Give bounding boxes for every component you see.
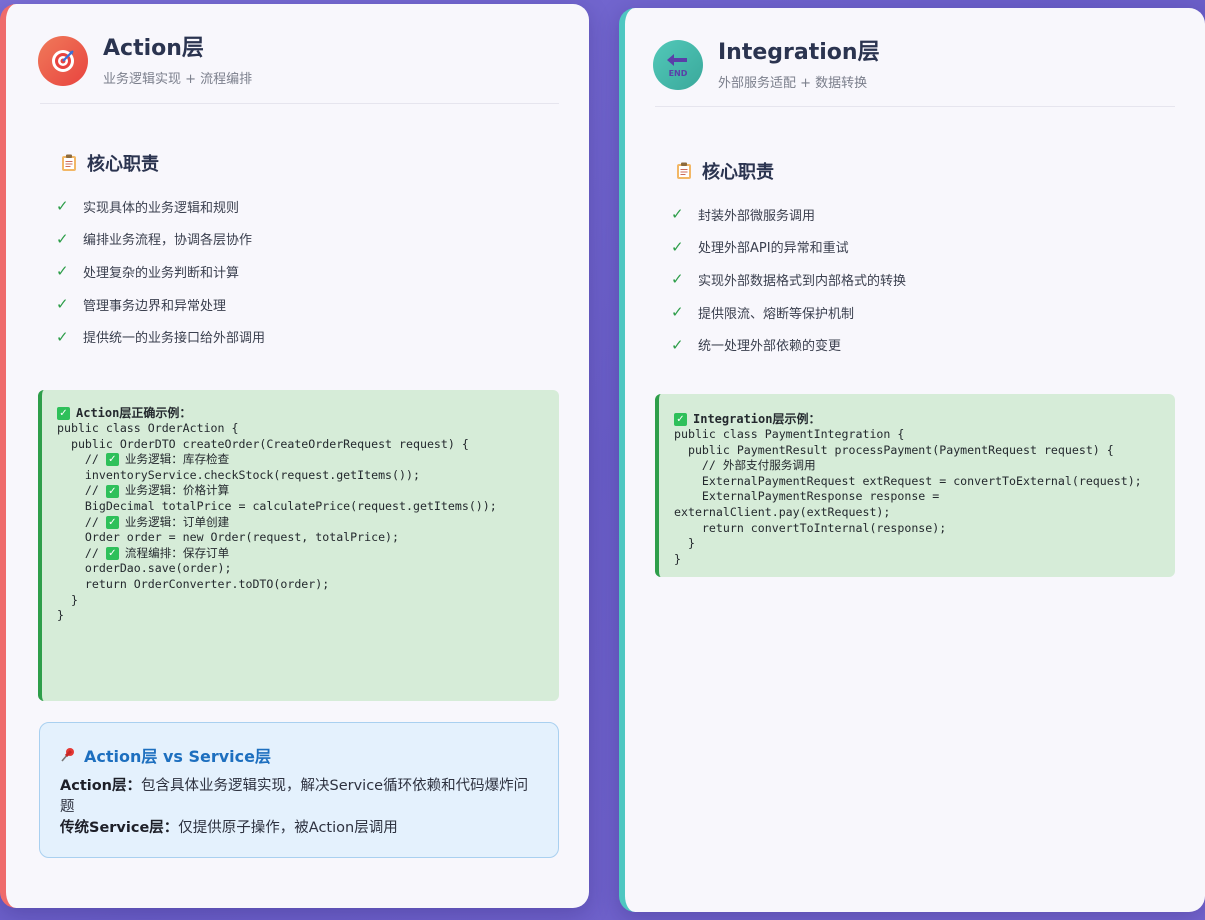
end-arrow-icon: END — [653, 39, 703, 90]
page-subtitle: 外部服务适配 + 数据转换 — [718, 76, 868, 91]
code-line: public class OrderAction { — [57, 421, 239, 435]
note-title: Action层 vs Service层 — [84, 747, 271, 766]
page-title: Action层 — [103, 36, 204, 61]
code-title: Action层正确示例： — [76, 406, 192, 420]
action-layer-card: Action层 业务逻辑实现 + 流程编排 核心职责 ✓ 实现具体的业务逻辑和规则… — [0, 4, 589, 908]
code-line: return OrderConverter.toDTO(order); — [57, 576, 330, 591]
list-item: ✓ 实现外部数据格式到内部格式的转换 — [671, 270, 907, 289]
integration-code-example: ✓ Integration层示例： public class PaymentInt… — [655, 394, 1175, 577]
code-line: public OrderDTO createOrder(CreateOrderR… — [57, 436, 469, 451]
page-subtitle: 业务逻辑实现 + 流程编排 — [103, 72, 253, 87]
duties-section: 核心职责 ✓ 封装外部微服务调用 ✓ 处理外部API的异常和重试 ✓ 实现外部数据格式… — [655, 136, 1175, 361]
code-line: ExternalPaymentRequest extRequest = conv… — [674, 473, 1142, 488]
check-icon: ✓ — [671, 270, 684, 289]
pushpin-icon — [61, 748, 74, 762]
check-icon: ✓ — [56, 327, 69, 346]
checkbox-icon: ✓ — [105, 453, 119, 467]
code-line: Order order = new Order(request, totalPr… — [57, 530, 400, 545]
code-line: externalClient.pay(extRequest); — [674, 504, 891, 519]
checkbox-icon: ✓ — [105, 484, 119, 498]
checkbox-icon: ✓ — [57, 407, 70, 420]
svg-text:END: END — [669, 69, 688, 78]
list-item: ✓ 处理外部API的异常和重试 — [671, 237, 849, 257]
duties-title: 核心职责 — [87, 154, 159, 175]
check-icon: ✓ — [56, 295, 69, 314]
code-line: ExternalPaymentResponse response = — [674, 489, 940, 504]
clipboard-icon — [62, 154, 76, 171]
code-line: } — [57, 608, 64, 623]
code-line: inventoryService.checkStock(request.getI… — [57, 467, 420, 482]
list-item: ✓ 提供统一的业务接口给外部调用 — [56, 327, 266, 347]
page-title: Integration层 — [718, 40, 880, 65]
code-comment: // ✓ 业务逻辑：库存检查 — [57, 452, 230, 467]
action-card-header: Action层 业务逻辑实现 + 流程编排 — [38, 34, 252, 87]
checkbox-icon: ✓ — [674, 413, 687, 426]
checkbox-icon: ✓ — [105, 547, 119, 561]
action-code-example: ✓ Action层正确示例： public class OrderAction {… — [38, 390, 559, 701]
check-icon: ✓ — [671, 205, 684, 224]
integration-card-header: END Integration层 外部服务适配 + 数据转换 — [653, 38, 880, 91]
list-item: ✓ 实现具体的业务逻辑和规则 — [56, 197, 240, 216]
code-line: orderDao.save(order); — [57, 561, 232, 576]
code-line: return convertToInternal(response); — [674, 520, 947, 535]
duties-list: ✓ 实现具体的业务逻辑和规则 ✓ 编排业务流程，协调各层协作 ✓ 处理复杂的业务判断和… — [40, 190, 560, 353]
code-comment: // ✓ 业务逻辑：价格计算 — [57, 483, 230, 498]
list-item: ✓ 封装外部微服务调用 — [671, 205, 816, 224]
note-line-service: 传统Service层：仅提供原子操作，被Action层调用 — [60, 820, 398, 836]
list-item: ✓ 管理事务边界和异常处理 — [56, 295, 227, 314]
check-icon: ✓ — [671, 335, 684, 354]
list-item: ✓ 统一处理外部依赖的变更 — [671, 335, 842, 355]
code-title: Integration层示例： — [693, 412, 821, 426]
code-line: } — [674, 536, 695, 551]
note-line-action: Action层：包含具体业务逻辑实现，解决Service循环依赖和代码爆炸问题 — [60, 778, 529, 815]
list-item: ✓ 编排业务流程，协调各层协作 — [56, 229, 253, 249]
header-divider — [655, 106, 1175, 107]
check-icon: ✓ — [56, 262, 69, 281]
code-line: } — [57, 592, 78, 607]
code-comment: // ✓ 流程编排：保存订单 — [57, 545, 230, 561]
duties-section: 核心职责 ✓ 实现具体的业务逻辑和规则 ✓ 编排业务流程，协调各层协作 ✓ 处理复杂的… — [40, 128, 560, 353]
check-icon: ✓ — [671, 237, 684, 256]
code-line: // 外部支付服务调用 — [674, 458, 816, 473]
code-line: BigDecimal totalPrice = calculatePrice(r… — [57, 498, 497, 513]
target-icon — [38, 35, 88, 86]
check-icon: ✓ — [56, 229, 69, 248]
list-item: ✓ 提供限流、熔断等保护机制 — [671, 303, 855, 322]
header-divider — [40, 103, 559, 104]
duties-title: 核心职责 — [702, 162, 774, 183]
integration-layer-card: END Integration层 外部服务适配 + 数据转换 核心职责 ✓ 封装外… — [619, 8, 1205, 912]
code-line: } — [674, 551, 681, 566]
check-icon: ✓ — [56, 197, 69, 216]
code-line: public PaymentResult processPayment(Paym… — [674, 442, 1114, 457]
clipboard-icon — [677, 162, 691, 179]
code-comment: // ✓ 业务逻辑：订单创建 — [57, 514, 230, 529]
check-icon: ✓ — [671, 303, 684, 322]
comparison-note: Action层 vs Service层 Action层：包含具体业务逻辑实现，解… — [39, 722, 559, 858]
duties-list: ✓ 封装外部微服务调用 ✓ 处理外部API的异常和重试 ✓ 实现外部数据格式到内部格式… — [655, 198, 1175, 361]
code-line: public class PaymentIntegration { — [674, 427, 905, 441]
list-item: ✓ 处理复杂的业务判断和计算 — [56, 262, 240, 281]
checkbox-icon: ✓ — [105, 515, 119, 529]
